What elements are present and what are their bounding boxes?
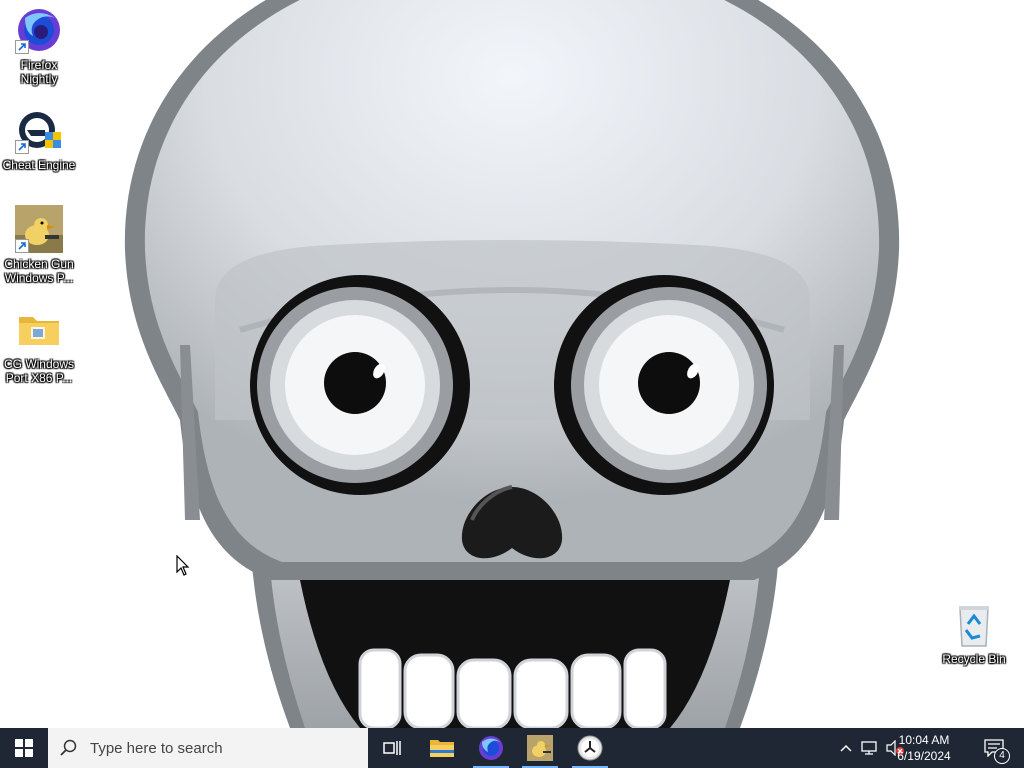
task-view-button[interactable] [368, 728, 416, 768]
notification-count-badge: 4 [994, 748, 1010, 764]
desktop-icon-label: Cheat Engine [2, 158, 76, 172]
chicken-gun-icon [15, 205, 63, 253]
folder-icon [15, 305, 63, 353]
skull-wallpaper [124, 0, 900, 728]
windows-logo-icon [15, 739, 33, 757]
file-explorer-button[interactable] [418, 728, 466, 768]
desktop-icon-recycle-bin[interactable]: Recycle Bin [936, 600, 1012, 666]
firefox-icon [479, 736, 503, 760]
recycle-bin-icon [950, 600, 998, 648]
network-button[interactable] [858, 728, 880, 768]
chicken-gun-icon [527, 735, 553, 761]
desktop-icon-firefox-nightly[interactable]: Firefox Nightly [1, 6, 77, 86]
clock-date: 6/19/2024 [897, 749, 951, 763]
network-icon [861, 741, 877, 755]
taskbar-search-box[interactable]: Type here to search [48, 728, 368, 768]
chevron-up-icon [840, 744, 852, 752]
folder-icon [430, 740, 454, 757]
firefox-nightly-icon [15, 6, 63, 54]
desktop-icon-cg-windows-port[interactable]: CG Windows Port X86 P... [1, 305, 77, 385]
taskbar-clock[interactable]: 10:04 AM 6/19/2024 [884, 732, 964, 764]
action-center-button[interactable] [972, 728, 1016, 768]
taskbar: Type here to search 10:04 AM 6/19/2024 4 [0, 728, 1024, 768]
cheat-engine-icon [15, 106, 63, 154]
firefox-taskbar-button[interactable] [467, 728, 515, 768]
clock-icon [577, 735, 603, 761]
clock-time: 10:04 AM [898, 733, 950, 747]
clock-app-taskbar-button[interactable] [566, 728, 614, 768]
search-icon [60, 739, 77, 756]
show-hidden-icons-button[interactable] [836, 728, 856, 768]
desktop-icon-label: Firefox Nightly [20, 58, 58, 86]
desktop[interactable]: Firefox Nightly Cheat Engine Chicken Gun… [0, 0, 1024, 728]
desktop-icon-label: Recycle Bin [942, 652, 1006, 666]
chicken-gun-taskbar-button[interactable] [516, 728, 564, 768]
desktop-icon-cheat-engine[interactable]: Cheat Engine [1, 106, 77, 172]
desktop-icon-label: CG Windows Port X86 P... [3, 357, 74, 385]
task-view-icon [383, 741, 401, 755]
system-tray: 10:04 AM 6/19/2024 4 [824, 728, 1024, 768]
mouse-cursor-icon [176, 555, 190, 576]
start-button[interactable] [0, 728, 48, 768]
desktop-icon-label: Chicken Gun Windows P... [4, 257, 74, 285]
search-placeholder: Type here to search [90, 739, 223, 757]
desktop-icon-chicken-gun[interactable]: Chicken Gun Windows P... [1, 205, 77, 285]
